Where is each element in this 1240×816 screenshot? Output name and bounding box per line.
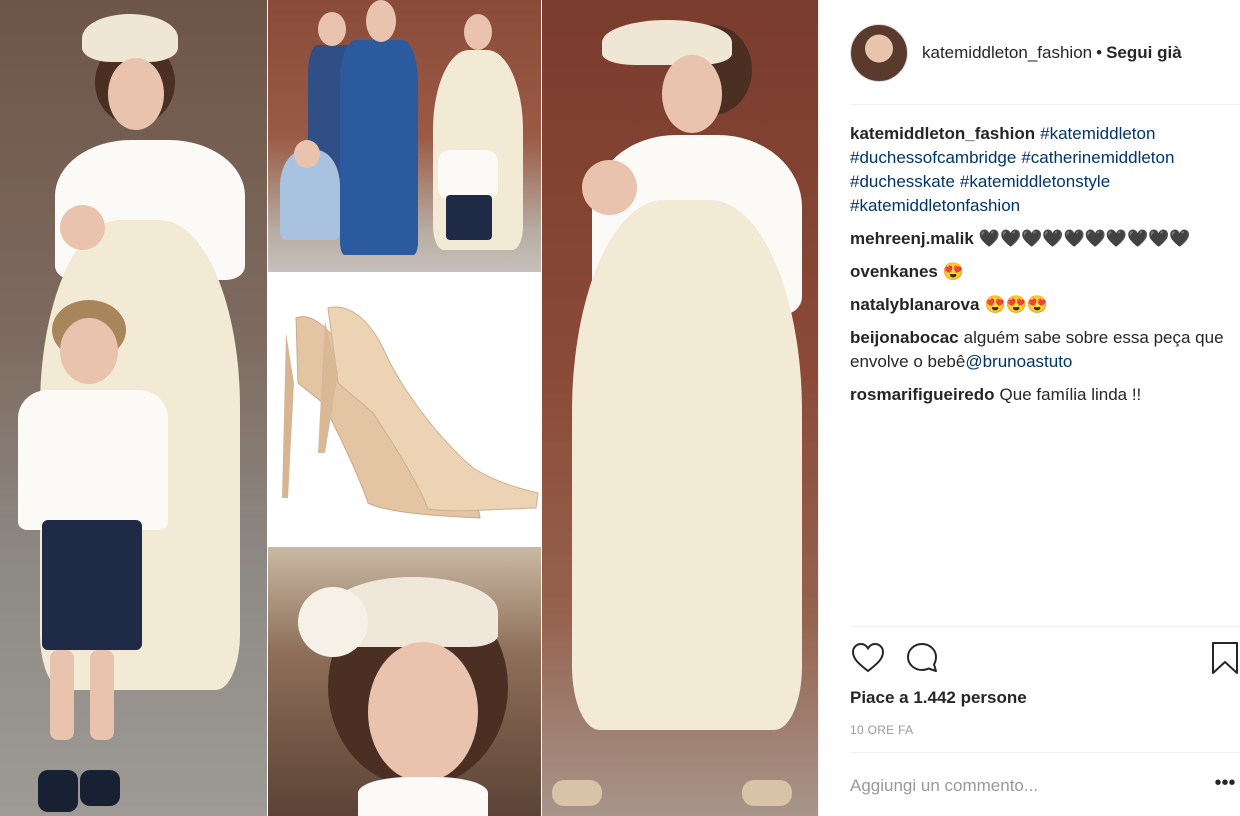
hashtag-link[interactable]: #katemiddleton [1040,124,1155,143]
post-timestamp[interactable]: 10 ORE FA [850,723,913,737]
photo-nude-pumps [268,273,541,546]
post-author-username[interactable]: katemiddleton_fashion [922,43,1092,62]
comment-username[interactable]: rosmarifigueiredo [850,385,995,404]
comment-item: rosmarifigueiredo Que família linda !! [850,383,1230,407]
photo-headband-closeup [268,547,541,816]
hashtag-link[interactable]: #duchessofcambridge [850,148,1016,167]
comment-item: natalyblanarova 😍😍😍 [850,293,1230,317]
hashtag-link[interactable]: #duchesskate [850,172,955,191]
caption-username[interactable]: katemiddleton_fashion [850,124,1035,143]
hashtag-link[interactable]: #catherinemiddleton [1021,148,1174,167]
more-options-icon[interactable]: ••• [1212,772,1238,798]
comment-button[interactable] [904,640,940,676]
hashtag-link[interactable]: #katemiddletonstyle [960,172,1110,191]
mention-link[interactable]: @brunoastuto [965,352,1072,371]
post-actions [850,640,1240,676]
comment-text: 😍 [942,262,965,281]
follow-button[interactable]: Segui già [1106,43,1182,62]
photo-family-walking [268,0,541,272]
comment-item: mehreenj.malik 🖤🖤🖤🖤🖤🖤🖤🖤🖤🖤 [850,227,1230,251]
avatar[interactable] [850,24,908,82]
comment-username[interactable]: natalyblanarova [850,295,979,314]
comment-bubble-icon [907,643,937,672]
comment-username[interactable]: mehreenj.malik [850,229,974,248]
post-header: katemiddleton_fashion • Segui già [850,24,1240,82]
header-separator: • [1096,43,1103,62]
heart-icon [851,642,885,673]
actions-divider [850,626,1240,627]
comment-text: Que família linda !! [999,385,1142,404]
comment-text: 😍😍😍 [984,295,1048,314]
comment-username[interactable]: ovenkanes [850,262,938,281]
add-comment-input[interactable] [850,770,1200,802]
photo-mother-holding-baby [542,0,818,816]
comment-item: beijonabocac alguém sabe sobre essa peça … [850,326,1230,374]
save-button[interactable] [1207,640,1240,676]
bookmark-icon [1212,642,1238,674]
like-button[interactable] [850,640,886,676]
comment-box-divider [850,752,1240,753]
likes-count[interactable]: Piace a 1.442 persone [850,688,1027,708]
comment-text: 🖤🖤🖤🖤🖤🖤🖤🖤🖤🖤 [978,229,1191,248]
photo-mother-baby-boy [0,0,267,816]
comment-item: ovenkanes 😍 [850,260,1230,284]
post-details-panel: katemiddleton_fashion • Segui già katemidd… [818,0,1240,816]
post-caption: katemiddleton_fashion #katemiddleton #duc… [850,122,1230,218]
hashtag-link[interactable]: #katemiddletonfashion [850,196,1020,215]
comments-list: katemiddleton_fashion #katemiddleton #duc… [850,122,1230,416]
header-divider [850,104,1240,105]
post-image-collage[interactable] [0,0,818,816]
header-text: katemiddleton_fashion • Segui già [922,43,1182,63]
comment-username[interactable]: beijonabocac [850,328,959,347]
